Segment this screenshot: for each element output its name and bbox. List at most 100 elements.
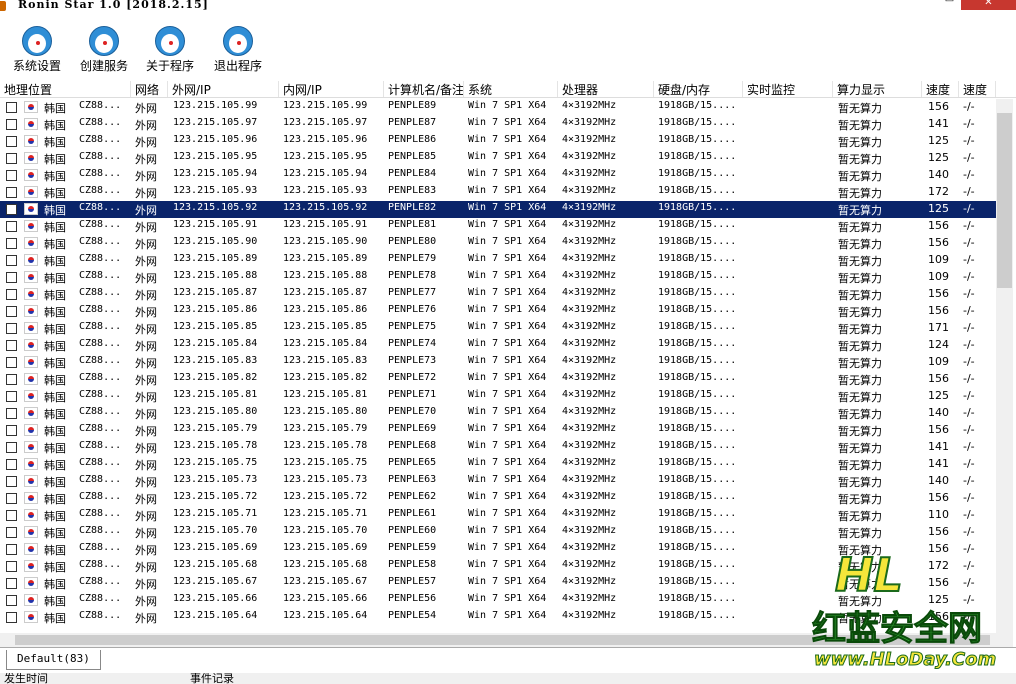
col-location[interactable]: 地理位置 xyxy=(0,81,131,97)
row-checkbox[interactable] xyxy=(6,442,17,453)
row-speed-2: -/- xyxy=(963,474,975,487)
col-os[interactable]: 系统 xyxy=(464,81,558,97)
close-button[interactable]: ✕ xyxy=(961,0,1016,10)
minimize-button[interactable]: – xyxy=(908,0,935,8)
row-checkbox[interactable] xyxy=(6,510,17,521)
row-checkbox[interactable] xyxy=(6,136,17,147)
row-checkbox[interactable] xyxy=(6,425,17,436)
col-computer-name[interactable]: 计算机名/备注 xyxy=(384,81,464,97)
row-checkbox[interactable] xyxy=(6,272,17,283)
table-row[interactable]: 韩国 CZ88... 外网 123.215.105.96 123.215.105.96 P… xyxy=(0,133,996,150)
table-row[interactable]: 韩国 CZ88... 外网 123.215.105.88 123.215.105.88 P… xyxy=(0,269,996,286)
korea-flag-icon xyxy=(24,424,38,436)
table-row[interactable]: 韩国 CZ88... 外网 123.215.105.79 123.215.105.79 P… xyxy=(0,422,996,439)
row-checkbox[interactable] xyxy=(6,612,17,623)
row-speed: 125 xyxy=(928,389,949,402)
row-checkbox[interactable] xyxy=(6,391,17,402)
maximize-button[interactable]: □ xyxy=(936,0,963,8)
col-lan-ip[interactable]: 内网/IP xyxy=(279,81,384,97)
row-checkbox[interactable] xyxy=(6,187,17,198)
table-row[interactable]: 韩国 CZ88... 外网 123.215.105.85 123.215.105.85 P… xyxy=(0,320,996,337)
table-row[interactable]: 韩国 CZ88... 外网 123.215.105.82 123.215.105.82 P… xyxy=(0,371,996,388)
row-checkbox[interactable] xyxy=(6,204,17,215)
row-checkbox[interactable] xyxy=(6,306,17,317)
row-os: Win 7 SP1 X64 xyxy=(468,117,547,128)
row-checkbox[interactable] xyxy=(6,476,17,487)
col-wan-ip[interactable]: 外网/IP xyxy=(168,81,279,97)
table-row[interactable]: 韩国 CZ88... 外网 123.215.105.71 123.215.105.71 P… xyxy=(0,507,996,524)
row-os: Win 7 SP1 X64 xyxy=(468,576,547,587)
vertical-scrollbar[interactable] xyxy=(996,99,1013,633)
row-checkbox[interactable] xyxy=(6,340,17,351)
settings-button[interactable]: 系统设置 xyxy=(9,22,65,78)
row-checkbox[interactable] xyxy=(6,238,17,249)
table-row[interactable]: 韩国 CZ88... 外网 123.215.105.91 123.215.105.91 P… xyxy=(0,218,996,235)
col-cpu[interactable]: 处理器 xyxy=(558,81,654,97)
row-cpu: 4×3192MHz xyxy=(562,355,617,366)
row-location: 韩国 xyxy=(44,476,66,489)
window-title: Ronin Star 1.0 [2018.2.15] xyxy=(18,0,209,11)
row-checkbox[interactable] xyxy=(6,527,17,538)
row-checkbox[interactable] xyxy=(6,459,17,470)
table-row[interactable]: 韩国 CZ88... 外网 123.215.105.94 123.215.105.94 P… xyxy=(0,167,996,184)
row-wan-ip: 123.215.105.85 xyxy=(173,321,258,332)
table-row[interactable]: 韩国 CZ88... 外网 123.215.105.87 123.215.105.87 P… xyxy=(0,286,996,303)
table-row[interactable]: 韩国 CZ88... 外网 123.215.105.97 123.215.105.97 P… xyxy=(0,116,996,133)
row-cpu: 4×3192MHz xyxy=(562,151,617,162)
row-checkbox[interactable] xyxy=(6,255,17,266)
row-speed-2: -/- xyxy=(963,202,975,215)
vertical-scroll-thumb[interactable] xyxy=(997,113,1012,288)
row-checkbox[interactable] xyxy=(6,374,17,385)
table-row[interactable]: 韩国 CZ88... 外网 123.215.105.75 123.215.105.75 P… xyxy=(0,456,996,473)
col-disk-memory[interactable]: 硬盘/内存 xyxy=(654,81,743,97)
row-checkbox[interactable] xyxy=(6,102,17,113)
table-row[interactable]: 韩国 CZ88... 外网 123.215.105.89 123.215.105.89 P… xyxy=(0,252,996,269)
col-hashrate[interactable]: 算力显示 xyxy=(833,81,922,97)
row-checkbox[interactable] xyxy=(6,408,17,419)
table-row[interactable]: 韩国 CZ88... 外网 123.215.105.90 123.215.105.90 P… xyxy=(0,235,996,252)
row-checkbox[interactable] xyxy=(6,153,17,164)
col-speed-2[interactable]: 速度 xyxy=(959,81,996,97)
row-checkbox[interactable] xyxy=(6,289,17,300)
row-disk-memory: 1918GB/15.... xyxy=(658,508,737,519)
tab-default[interactable]: Default(83) xyxy=(6,650,101,670)
row-speed-2: -/- xyxy=(963,100,975,113)
row-checkbox[interactable] xyxy=(6,544,17,555)
table-row[interactable]: 韩国 CZ88... 外网 123.215.105.84 123.215.105.84 P… xyxy=(0,337,996,354)
table-row[interactable]: 韩国 CZ88... 外网 123.215.105.78 123.215.105.78 P… xyxy=(0,439,996,456)
row-checkbox[interactable] xyxy=(6,170,17,181)
row-checkbox[interactable] xyxy=(6,323,17,334)
row-checkbox[interactable] xyxy=(6,561,17,572)
table-row[interactable]: 韩国 CZ88... 外网 123.215.105.99 123.215.105.99 P… xyxy=(0,99,996,116)
row-cpu: 4×3192MHz xyxy=(562,491,617,502)
table-row[interactable]: 韩国 CZ88... 外网 123.215.105.81 123.215.105.81 P… xyxy=(0,388,996,405)
col-speed[interactable]: 速度 xyxy=(922,81,959,97)
about-button[interactable]: 关于程序 xyxy=(142,22,198,78)
row-checkbox[interactable] xyxy=(6,357,17,368)
table-row[interactable]: 韩国 CZ88... 外网 123.215.105.70 123.215.105.70 P… xyxy=(0,524,996,541)
table-row[interactable]: 韩国 CZ88... 外网 123.215.105.73 123.215.105.73 P… xyxy=(0,473,996,490)
row-location: 韩国 xyxy=(44,459,66,472)
row-lan-ip: 123.215.105.71 xyxy=(283,508,368,519)
create-service-button[interactable]: 创建服务 xyxy=(76,22,132,78)
row-hashrate: 暂无算力 xyxy=(838,306,882,319)
row-checkbox[interactable] xyxy=(6,595,17,606)
row-checkbox[interactable] xyxy=(6,493,17,504)
table-row[interactable]: 韩国 CZ88... 外网 123.215.105.72 123.215.105.72 P… xyxy=(0,490,996,507)
row-computer-name: PENPLE60 xyxy=(388,525,437,536)
col-monitor[interactable]: 实时监控 xyxy=(743,81,833,97)
table-row[interactable]: 韩国 CZ88... 外网 123.215.105.86 123.215.105.86 P… xyxy=(0,303,996,320)
row-os: Win 7 SP1 X64 xyxy=(468,202,547,213)
table-row[interactable]: 韩国 CZ88... 外网 123.215.105.95 123.215.105.95 P… xyxy=(0,150,996,167)
row-wan-ip: 123.215.105.66 xyxy=(173,593,258,604)
col-network[interactable]: 网络 xyxy=(131,81,168,97)
row-cpu: 4×3192MHz xyxy=(562,287,617,298)
table-row[interactable]: 韩国 CZ88... 外网 123.215.105.93 123.215.105.93 P… xyxy=(0,184,996,201)
table-row[interactable]: 韩国 CZ88... 外网 123.215.105.92 123.215.105.92 P… xyxy=(0,201,996,218)
table-row[interactable]: 韩国 CZ88... 外网 123.215.105.83 123.215.105.83 P… xyxy=(0,354,996,371)
exit-button[interactable]: 退出程序 xyxy=(210,22,266,78)
table-row[interactable]: 韩国 CZ88... 外网 123.215.105.80 123.215.105.80 P… xyxy=(0,405,996,422)
row-checkbox[interactable] xyxy=(6,119,17,130)
row-checkbox[interactable] xyxy=(6,221,17,232)
row-checkbox[interactable] xyxy=(6,578,17,589)
